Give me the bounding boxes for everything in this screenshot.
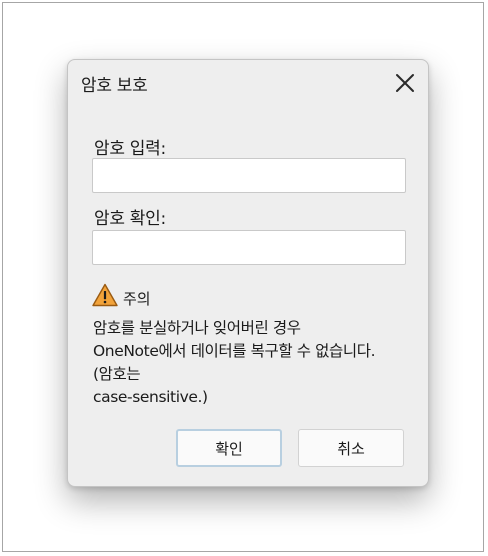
close-button[interactable] — [390, 68, 420, 98]
warning-line: 암호를 분실하거나 잊어버린 경우 — [93, 319, 301, 337]
warning-line: case-sensitive.) — [93, 388, 208, 406]
warning-message: 암호를 분실하거나 잊어버린 경우 OneNote에서 데이터를 복구할 수 없… — [93, 317, 423, 409]
warning-label: 주의 — [123, 290, 151, 308]
warning-line: (암호는 — [93, 365, 141, 383]
dialog-title: 암호 보호 — [81, 76, 148, 96]
password-input[interactable] — [92, 158, 406, 193]
ok-button[interactable]: 확인 — [176, 429, 282, 467]
confirm-password-label: 암호 확인: — [94, 209, 166, 229]
password-protection-dialog: 암호 보호 암호 입력: 암호 확인: 주의 암호를 분실하거나 잊어버린 경우… — [67, 59, 429, 487]
close-icon — [396, 74, 414, 92]
warning-line: OneNote에서 데이터를 복구할 수 없습니다. — [93, 342, 376, 360]
password-label: 암호 입력: — [94, 139, 166, 159]
cancel-button[interactable]: 취소 — [298, 429, 404, 467]
warning-triangle-icon — [92, 283, 118, 307]
confirm-password-input[interactable] — [92, 230, 406, 265]
